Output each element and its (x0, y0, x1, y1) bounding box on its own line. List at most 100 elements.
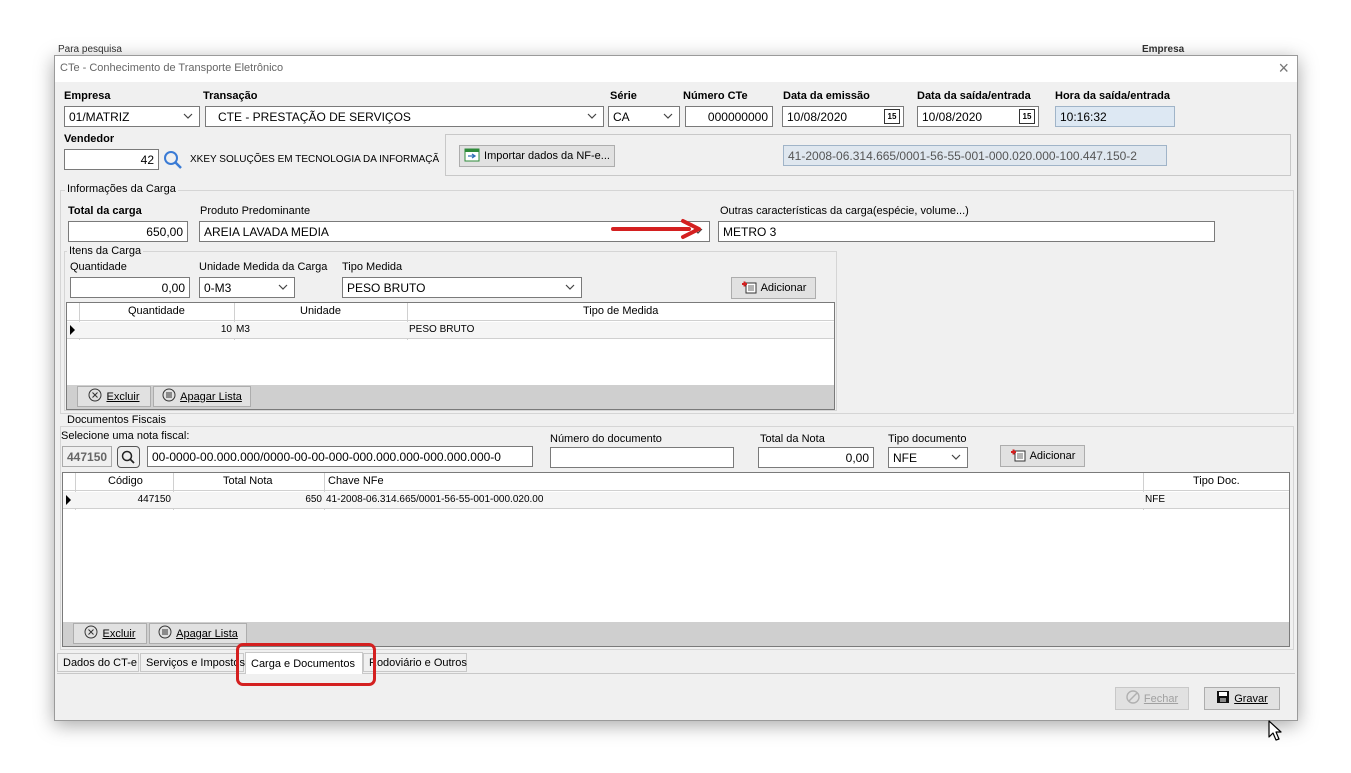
item-adicionar-label: Adicionar (760, 282, 807, 294)
documentos-apagar-lista-button[interactable]: Apagar Lista (149, 623, 247, 644)
itens-excluir-button[interactable]: Excluir (77, 386, 151, 407)
close-icon[interactable]: × (1278, 58, 1289, 78)
tab-servicos-impostos[interactable]: Serviços e Impostos (140, 653, 245, 672)
documento-adicionar-label: Adicionar (1029, 450, 1076, 462)
row-codigo: 447150 (137, 494, 171, 505)
numero-cte-input[interactable]: 000000000 (685, 106, 773, 127)
tipo-documento-value: NFE (893, 451, 917, 465)
total-carga-input[interactable]: 650,00 (68, 221, 188, 242)
data-saida-input[interactable]: 10/08/2020 15 (917, 106, 1039, 127)
item-unidade-label: Unidade Medida da Carga (199, 261, 328, 273)
hora-saida-input[interactable]: 10:16:32 (1055, 106, 1175, 127)
tab-rodoviario-outros[interactable]: Rodoviário e Outros (363, 653, 467, 672)
row-tipo: PESO BRUTO (409, 324, 475, 335)
transacao-select[interactable]: CTE - PRESTAÇÃO DE SERVIÇOS (205, 106, 604, 127)
col-quantidade: Quantidade (128, 305, 185, 317)
numero-cte-label: Número CTe (683, 90, 748, 102)
calendar-icon[interactable]: 15 (1019, 109, 1035, 124)
itens-grid-toolbar: Excluir Apagar Lista (67, 385, 834, 409)
data-saida-value: 10/08/2020 (922, 110, 983, 124)
gravar-button[interactable]: Gravar (1204, 687, 1280, 710)
nota-chave-input[interactable]: 00-0000-00.000.000/0000-00-00-000-000.00… (147, 446, 533, 467)
vendedor-name: XKEY SOLUÇÕES EM TECNOLOGIA DA INFORMAÇÃ (190, 154, 440, 165)
selecione-nota-label: Selecione uma nota fiscal: (61, 430, 190, 442)
total-nota-label: Total da Nota (760, 433, 825, 445)
numero-documento-label: Número do documento (550, 433, 662, 445)
cte-dialog: CTe - Conhecimento de Transporte Eletrôn… (54, 55, 1298, 721)
tipo-documento-select[interactable]: NFE (888, 447, 968, 468)
transacao-value: CTE - PRESTAÇÃO DE SERVIÇOS (218, 110, 411, 124)
col-tipo-doc: Tipo Doc. (1193, 475, 1240, 487)
itens-excluir-label: Excluir (106, 390, 140, 403)
list-icon (162, 388, 176, 405)
item-tipo-select[interactable]: PESO BRUTO (342, 277, 582, 298)
serie-select[interactable]: CA (608, 106, 680, 127)
data-saida-label: Data da saída/entrada (917, 90, 1031, 102)
col-unidade: Unidade (300, 305, 341, 317)
item-unidade-value: 0-M3 (204, 281, 232, 295)
annotation-arrow-icon (611, 218, 703, 240)
chevron-down-icon (183, 110, 193, 122)
data-emissao-value: 10/08/2020 (787, 110, 848, 124)
documento-adicionar-button[interactable]: Adicionar (1000, 445, 1085, 467)
chave-nfe-display: 41-2008-06.314.665/0001-56-55-001-000.02… (783, 145, 1167, 166)
col-total-nota: Total Nota (223, 475, 273, 487)
itens-apagar-lista-button[interactable]: Apagar Lista (153, 386, 251, 407)
documentos-excluir-button[interactable]: Excluir (73, 623, 147, 644)
serie-value: CA (613, 110, 630, 124)
vendedor-input[interactable]: 42 (64, 149, 159, 170)
background-text-right: Empresa (1142, 44, 1185, 55)
nota-search-button[interactable] (117, 446, 140, 468)
chevron-down-icon (278, 281, 288, 293)
documentos-group-title: Documentos Fiscais (65, 414, 169, 426)
importar-nfe-label: Importar dados da NF-e... (484, 150, 610, 162)
add-document-icon (741, 280, 757, 297)
transacao-label: Transação (203, 90, 258, 102)
outras-caracteristicas-input[interactable]: METRO 3 (718, 221, 1215, 242)
documentos-grid-header: Código Total Nota Chave NFe Tipo Doc. (63, 473, 1289, 491)
empresa-label: Empresa (64, 90, 111, 102)
item-tipo-label: Tipo Medida (342, 261, 403, 273)
tipo-documento-label: Tipo documento (888, 433, 967, 445)
cancel-icon (84, 625, 98, 642)
gravar-label: Gravar (1234, 692, 1268, 705)
item-unidade-select[interactable]: 0-M3 (199, 277, 295, 298)
documentos-grid: Código Total Nota Chave NFe Tipo Doc. 44… (62, 472, 1290, 647)
total-nota-input[interactable]: 0,00 (758, 447, 874, 468)
data-emissao-input[interactable]: 10/08/2020 15 (782, 106, 904, 127)
documentos-excluir-label: Excluir (102, 627, 136, 640)
table-row[interactable]: 447150 650 41-2008-06.314.665/0001-56-55… (63, 492, 1289, 509)
importar-nfe-button[interactable]: Importar dados da NF-e... (459, 145, 615, 167)
row-tipo-doc: NFE (1145, 494, 1165, 505)
empresa-select[interactable]: 01/MATRIZ (64, 106, 200, 127)
outras-caracteristicas-label: Outras características da carga(espécie,… (720, 205, 969, 217)
row-unidade: M3 (236, 324, 250, 335)
table-row[interactable]: 10 M3 PESO BRUTO (67, 322, 834, 339)
row-total-nota: 650 (305, 494, 322, 505)
tab-dados-cte[interactable]: Dados do CT-e (57, 653, 139, 672)
search-icon (121, 450, 135, 464)
search-icon[interactable] (161, 149, 185, 170)
row-indicator-icon (70, 325, 75, 335)
chevron-down-icon (951, 451, 961, 463)
numero-documento-input[interactable] (550, 447, 734, 468)
background-text-left: Para pesquisa (58, 44, 122, 55)
nota-codigo-input[interactable]: 447150 (62, 446, 112, 467)
item-tipo-value: PESO BRUTO (347, 281, 426, 295)
itens-apagar-label: Apagar Lista (180, 390, 242, 403)
serie-label: Série (610, 90, 637, 102)
col-tipo-medida: Tipo de Medida (583, 305, 659, 317)
row-indicator-icon (66, 495, 71, 505)
produto-value: AREIA LAVADA MEDIA (204, 225, 329, 239)
fechar-label: Fechar (1143, 692, 1179, 705)
annotation-highlight (236, 643, 376, 686)
window-title: CTe - Conhecimento de Transporte Eletrôn… (60, 62, 284, 74)
item-quantidade-label: Quantidade (70, 261, 127, 273)
list-icon (158, 625, 172, 642)
fechar-button[interactable]: Fechar (1115, 687, 1189, 710)
add-document-icon (1010, 448, 1026, 465)
item-adicionar-button[interactable]: Adicionar (731, 277, 816, 299)
item-quantidade-input[interactable]: 0,00 (70, 277, 190, 298)
mouse-cursor-icon (1268, 720, 1284, 742)
calendar-icon[interactable]: 15 (884, 109, 900, 124)
